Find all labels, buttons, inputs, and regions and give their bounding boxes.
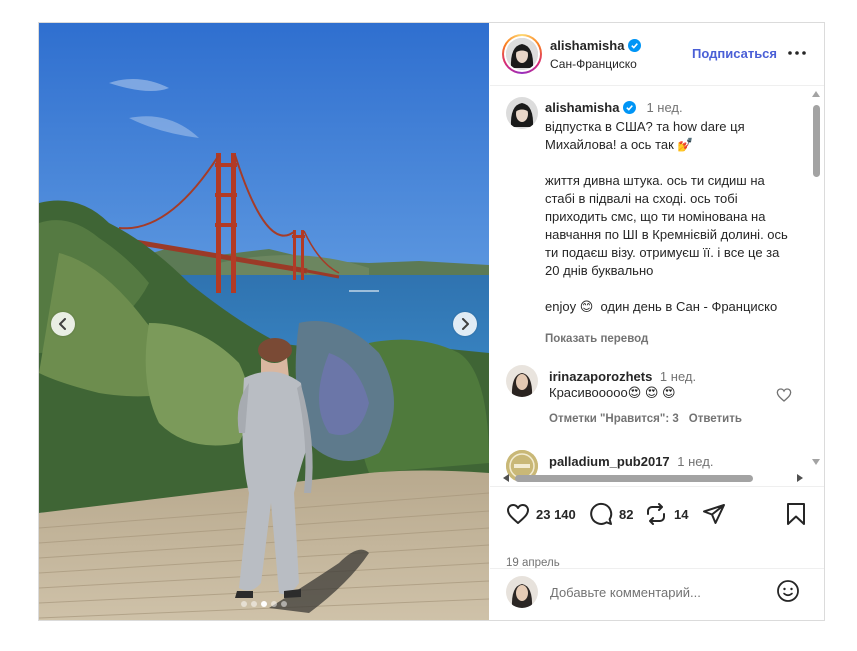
comment-avatar[interactable] xyxy=(506,365,538,397)
caption-text: відпустка в США? та how dare ця Михайлов… xyxy=(545,119,788,314)
scrollbar-thumb[interactable] xyxy=(515,475,753,482)
author-username[interactable]: alishamisha xyxy=(550,38,642,53)
verified-badge-icon xyxy=(628,39,642,52)
comment-button[interactable]: 82 xyxy=(589,502,633,526)
comment-icon xyxy=(590,502,613,525)
repost-icon xyxy=(647,503,665,525)
scrollbar-thumb[interactable] xyxy=(813,105,820,177)
post-actions: 23 140 82 14 19 апрель xyxy=(490,486,824,569)
bookmark-icon xyxy=(787,503,805,525)
emoji-icon[interactable] xyxy=(776,579,800,603)
carousel-next-button[interactable] xyxy=(453,312,477,336)
carousel-indicator xyxy=(39,601,489,607)
chevron-right-icon xyxy=(462,318,469,330)
heart-icon xyxy=(507,504,529,524)
carousel-dot-active[interactable] xyxy=(261,601,267,607)
carousel-dot[interactable] xyxy=(281,601,287,607)
repost-count[interactable]: 14 xyxy=(674,507,688,522)
heart-icon[interactable] xyxy=(776,387,792,403)
repost-button[interactable]: 14 xyxy=(644,502,688,526)
post-header: alishamisha Сан-Франциско Подписаться xyxy=(490,23,824,86)
comments-vertical-scrollbar[interactable] xyxy=(809,87,823,467)
like-count[interactable]: 23 140 xyxy=(536,507,576,522)
caption-time: 1 нед. xyxy=(646,100,683,115)
carousel-dot[interactable] xyxy=(271,601,277,607)
post-side-panel: alishamisha Сан-Франциско Подписаться al… xyxy=(490,23,824,620)
show-translation-button[interactable]: Показать перевод xyxy=(545,333,648,345)
post-dialog: alishamisha Сан-Франциско Подписаться al… xyxy=(38,22,825,621)
comment-time: 1 нед. xyxy=(659,369,697,384)
scroll-down-arrow[interactable] xyxy=(812,459,820,465)
comment-header: irinazaporozhets 1 нед. xyxy=(549,369,696,384)
comments-section: alishamisha 1 нед. відпустка в США? та h… xyxy=(490,87,824,485)
share-button[interactable] xyxy=(702,502,726,526)
current-user-avatar xyxy=(506,576,538,608)
comment-time: 1 нед. xyxy=(677,454,714,469)
comment-header: palladium_pub2017 1 нед. xyxy=(549,454,713,469)
author-avatar[interactable] xyxy=(502,34,542,74)
carousel-dot[interactable] xyxy=(241,601,247,607)
comment-reply-button[interactable]: Ответить xyxy=(689,413,742,425)
add-comment-input[interactable] xyxy=(550,579,760,605)
comment-username[interactable]: irinazaporozhets xyxy=(549,369,652,384)
post-photo xyxy=(39,23,489,620)
comment-username[interactable]: palladium_pub2017 xyxy=(549,454,670,469)
add-comment-bar xyxy=(490,568,824,620)
comments-horizontal-scrollbar[interactable] xyxy=(490,471,809,485)
chevron-left-icon xyxy=(59,318,66,330)
share-icon xyxy=(703,504,725,524)
comment-text: Красивооооо😍 😍 😍 xyxy=(549,385,676,400)
carousel-prev-button[interactable] xyxy=(51,312,75,336)
caption-avatar[interactable] xyxy=(506,97,538,129)
carousel-dot[interactable] xyxy=(251,601,257,607)
post-location[interactable]: Сан-Франциско xyxy=(550,57,637,71)
scroll-up-arrow[interactable] xyxy=(812,91,820,97)
like-button[interactable]: 23 140 xyxy=(506,502,576,526)
follow-button[interactable]: Подписаться xyxy=(692,46,777,61)
scroll-left-arrow[interactable] xyxy=(503,474,509,482)
caption-username[interactable]: alishamisha xyxy=(545,100,619,115)
save-button[interactable] xyxy=(785,502,807,526)
comment-meta: Отметки "Нравится": 3 Ответить xyxy=(549,413,742,425)
more-icon[interactable] xyxy=(787,45,807,61)
comment-likes-count[interactable]: Отметки "Нравится": 3 xyxy=(549,413,679,425)
author-username-text[interactable]: alishamisha xyxy=(550,38,624,53)
comment-count[interactable]: 82 xyxy=(619,507,633,522)
caption-header: alishamisha 1 нед. xyxy=(545,100,683,115)
scroll-right-arrow[interactable] xyxy=(797,474,803,482)
verified-badge-icon xyxy=(623,101,637,114)
post-media xyxy=(39,23,489,620)
